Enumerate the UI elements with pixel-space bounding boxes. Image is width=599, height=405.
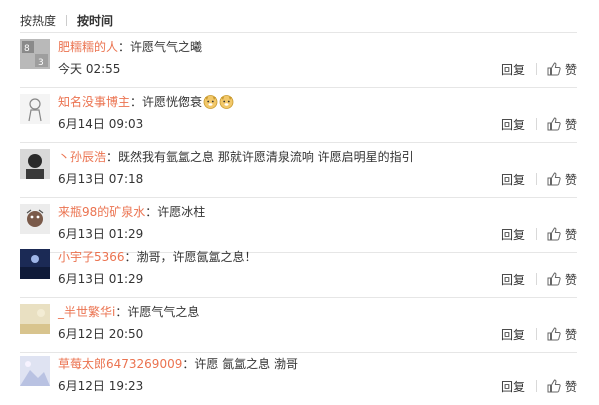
- comment-item: 丶孙辰浩：既然我有氩氲之息 那就许愿清泉流响 许愿启明星的指引 6月13日 07…: [20, 143, 577, 198]
- comment-time: 6月12日 19:23: [58, 379, 144, 393]
- comment-username[interactable]: 肥糯糯的人: [58, 40, 118, 54]
- comment-item: 知名没事博主：许愿恍偬衰 6月14日 09:03 回复 赞: [20, 88, 577, 143]
- svg-text:8: 8: [24, 44, 30, 54]
- thumbs-up-icon: [547, 62, 561, 76]
- like-label: 赞: [564, 227, 577, 242]
- like-label: 赞: [564, 117, 577, 132]
- thumbs-up-icon: [547, 117, 561, 131]
- comment-username[interactable]: _半世繁华i: [58, 305, 115, 319]
- comment-item: _半世繁华i：许愿气气之息 6月12日 20:50 回复 赞: [20, 298, 577, 353]
- comment-text: ：许愿气气之曦: [118, 40, 203, 54]
- action-divider: [535, 273, 537, 285]
- action-divider: [535, 63, 537, 75]
- comment-time: 6月13日 01:29: [58, 227, 144, 241]
- like-button[interactable]: 赞: [547, 271, 577, 288]
- thumbs-up-icon: [547, 172, 561, 186]
- avatar[interactable]: [20, 94, 50, 124]
- like-label: 赞: [564, 327, 577, 342]
- thumbs-up-icon: [547, 379, 561, 393]
- comment-text: ：渤哥，许愿氤氲之息！: [124, 250, 257, 264]
- sort-by-time-tab[interactable]: 按时间: [77, 12, 113, 29]
- comment-username[interactable]: 丶孙辰浩: [58, 150, 106, 164]
- like-button[interactable]: 赞: [547, 116, 577, 133]
- reply-button[interactable]: 回复: [501, 271, 525, 288]
- doge-emoji-icon: [219, 94, 234, 109]
- comment-time: 6月14日 09:03: [58, 117, 144, 131]
- like-label: 赞: [564, 379, 577, 394]
- avatar[interactable]: [20, 356, 50, 386]
- comment-username[interactable]: 草莓太郎6473269009: [58, 357, 182, 371]
- like-label: 赞: [564, 172, 577, 187]
- avatar[interactable]: [20, 304, 50, 334]
- sort-divider: [66, 14, 68, 26]
- comment-actions: 回复 赞: [501, 115, 577, 133]
- thumbs-up-icon: [547, 327, 561, 341]
- reply-button[interactable]: 回复: [501, 226, 525, 243]
- sort-bar: 按热度 按时间: [20, 10, 113, 30]
- comment-text: ：既然我有氩氲之息 那就许愿清泉流响 许愿启明星的指引: [106, 150, 414, 164]
- comment-actions: 回复 赞: [501, 225, 577, 243]
- action-divider: [535, 228, 537, 240]
- comment-item: 8 3 肥糯糯的人：许愿气气之曦 今天 02:55 回复 赞: [20, 33, 577, 88]
- comment-username[interactable]: 知名没事博主: [58, 95, 130, 109]
- reply-button[interactable]: 回复: [501, 116, 525, 133]
- comment-time: 今天 02:55: [58, 62, 121, 76]
- avatar[interactable]: 8 3: [20, 39, 50, 69]
- action-divider: [535, 380, 537, 392]
- thumbs-up-icon: [547, 227, 561, 241]
- comment-list-panel: 按热度 按时间 8 3 肥糯糯的人：许愿气气之曦 今天 02:55 回复 赞 知…: [0, 0, 599, 405]
- comment-text: ：许愿恍偬衰: [130, 95, 203, 109]
- comment-username[interactable]: 来瓶98的矿泉水: [58, 205, 145, 219]
- doge-emoji-icon: [203, 94, 218, 109]
- comment-actions: 回复 赞: [501, 377, 577, 395]
- comment-actions: 回复 赞: [501, 60, 577, 78]
- svg-text:3: 3: [38, 58, 44, 68]
- reply-button[interactable]: 回复: [501, 326, 525, 343]
- reply-button[interactable]: 回复: [501, 171, 525, 188]
- comment-item: 草莓太郎6473269009：许愿 氤氲之息 渤哥 6月12日 19:23 回复…: [20, 350, 577, 404]
- thumbs-up-icon: [547, 272, 561, 286]
- like-button[interactable]: 赞: [547, 326, 577, 343]
- comment-time: 6月13日 01:29: [58, 272, 144, 286]
- action-divider: [535, 173, 537, 185]
- reply-button[interactable]: 回复: [501, 61, 525, 78]
- like-button[interactable]: 赞: [547, 226, 577, 243]
- avatar[interactable]: [20, 204, 50, 234]
- comment-item: 小宇子5366：渤哥，许愿氤氲之息！ 6月13日 01:29 回复 赞: [20, 243, 577, 298]
- comment-time: 6月12日 20:50: [58, 327, 144, 341]
- like-button[interactable]: 赞: [547, 61, 577, 78]
- comment-time: 6月13日 07:18: [58, 172, 144, 186]
- comment-actions: 回复 赞: [501, 170, 577, 188]
- like-label: 赞: [564, 272, 577, 287]
- avatar[interactable]: [20, 149, 50, 179]
- reply-button[interactable]: 回复: [501, 378, 525, 395]
- like-button[interactable]: 赞: [547, 378, 577, 395]
- avatar[interactable]: [20, 249, 50, 279]
- like-label: 赞: [564, 62, 577, 77]
- comment-text: ：许愿气气之息: [115, 305, 200, 319]
- comment-text: ：许愿 氤氲之息 渤哥: [182, 357, 298, 371]
- action-divider: [535, 118, 537, 130]
- like-button[interactable]: 赞: [547, 171, 577, 188]
- comment-username[interactable]: 小宇子5366: [58, 250, 125, 264]
- sort-by-hot-tab[interactable]: 按热度: [20, 12, 56, 29]
- comment-text: ：许愿冰柱: [145, 205, 206, 219]
- action-divider: [535, 328, 537, 340]
- comment-actions: 回复 赞: [501, 270, 577, 288]
- comment-actions: 回复 赞: [501, 325, 577, 343]
